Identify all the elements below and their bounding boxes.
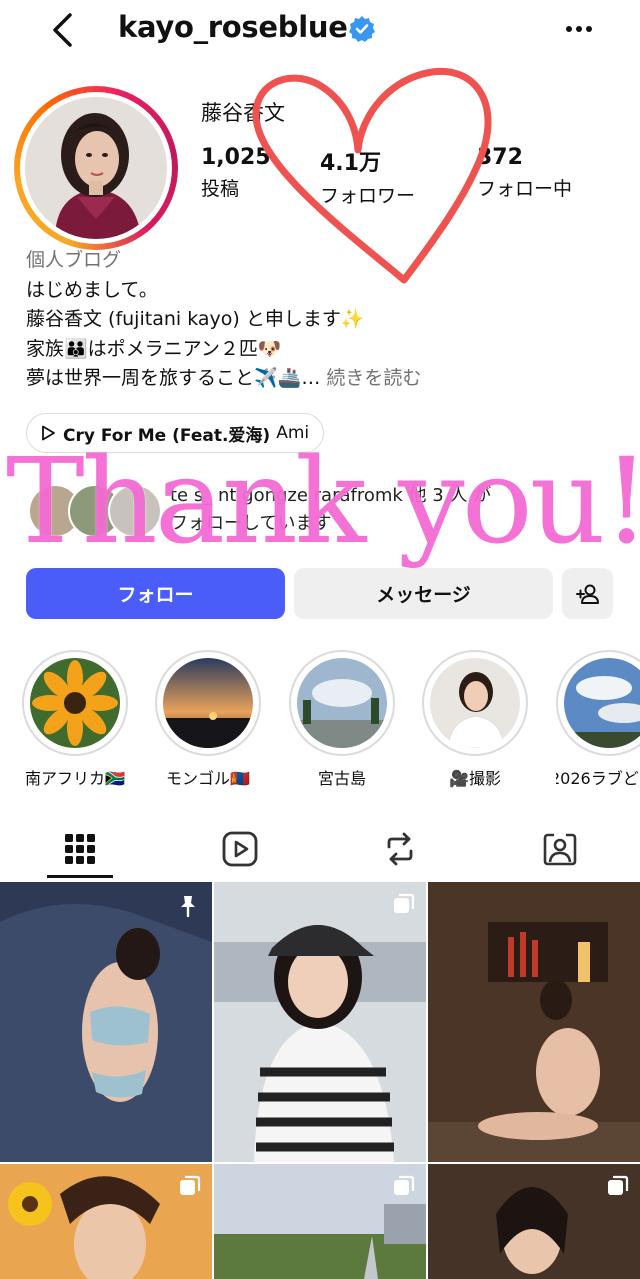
follow-button[interactable]: フォロー (26, 568, 285, 619)
profile-username: kayo_roseblue (118, 10, 348, 44)
avatar-photo (25, 97, 167, 239)
thank-you-overlay-text: Thank you! (6, 432, 640, 570)
profile-tabs (0, 820, 640, 878)
highlight-label: モンゴル🇲🇳 (166, 769, 250, 788)
post-thumbnail[interactable] (214, 882, 426, 1162)
highlight-label: 🎥撮影 (449, 769, 501, 788)
read-more-link[interactable]: 続きを読む (326, 367, 421, 389)
reels-icon (222, 831, 258, 867)
highlight-cover (163, 658, 253, 748)
post-thumbnail[interactable] (0, 882, 212, 1162)
posts-grid (0, 882, 640, 1279)
post-thumbnail[interactable] (428, 882, 640, 1162)
story-highlight[interactable]: 🎥撮影 (422, 650, 528, 789)
story-highlight[interactable]: 南アフリカ🇿🇦 (22, 650, 128, 789)
back-arrow-icon[interactable] (44, 10, 80, 50)
pinned-icon (181, 896, 195, 918)
bio-line: 夢は世界一周を旅すること✈️🚢… (26, 367, 321, 389)
bio-line: 藤谷香文 (fujitani kayo) と申します✨ (26, 308, 365, 330)
highlight-cover (564, 658, 640, 748)
verified-badge-icon (349, 16, 375, 42)
highlight-label: 南アフリカ🇿🇦 (25, 769, 125, 788)
active-tab-indicator (47, 875, 113, 878)
add-person-icon (575, 584, 599, 604)
suggest-people-button[interactable] (562, 568, 613, 619)
message-button[interactable]: メッセージ (294, 568, 553, 619)
carousel-icon (180, 1175, 201, 1195)
story-highlight[interactable]: 2026ラブど (556, 650, 640, 789)
profile-avatar[interactable] (14, 86, 178, 250)
post-thumbnail[interactable] (0, 1164, 212, 1279)
heart-drawing-overlay (252, 67, 492, 284)
tagged-person-icon (543, 833, 577, 866)
bio-line: 家族👪はポメラニアン２匹🐶 (26, 337, 282, 360)
tab-reels[interactable] (160, 820, 320, 878)
carousel-icon (394, 893, 415, 913)
story-highlight[interactable]: モンゴル🇲🇳 (155, 650, 261, 789)
highlight-cover (430, 658, 520, 748)
repost-icon (387, 832, 413, 866)
tab-tagged[interactable] (480, 820, 640, 878)
top-bar: kayo_roseblue (0, 0, 640, 60)
post-thumbnail[interactable] (214, 1164, 426, 1279)
post-thumbnail[interactable] (428, 1164, 640, 1279)
story-highlight[interactable]: 宮古島 (289, 650, 395, 789)
more-options-icon[interactable] (562, 14, 596, 44)
carousel-icon (394, 1175, 415, 1195)
highlight-cover (297, 658, 387, 748)
highlight-label: 2026ラブど (556, 769, 639, 788)
carousel-icon (608, 1175, 629, 1195)
highlight-cover (30, 658, 120, 748)
grid-icon (65, 834, 95, 864)
tab-posts-grid[interactable] (0, 820, 160, 878)
tab-reposts[interactable] (320, 820, 480, 878)
bio-line-last: 夢は世界一周を旅すること✈️🚢… 続きを読む (26, 364, 421, 394)
highlight-label: 宮古島 (317, 769, 366, 788)
